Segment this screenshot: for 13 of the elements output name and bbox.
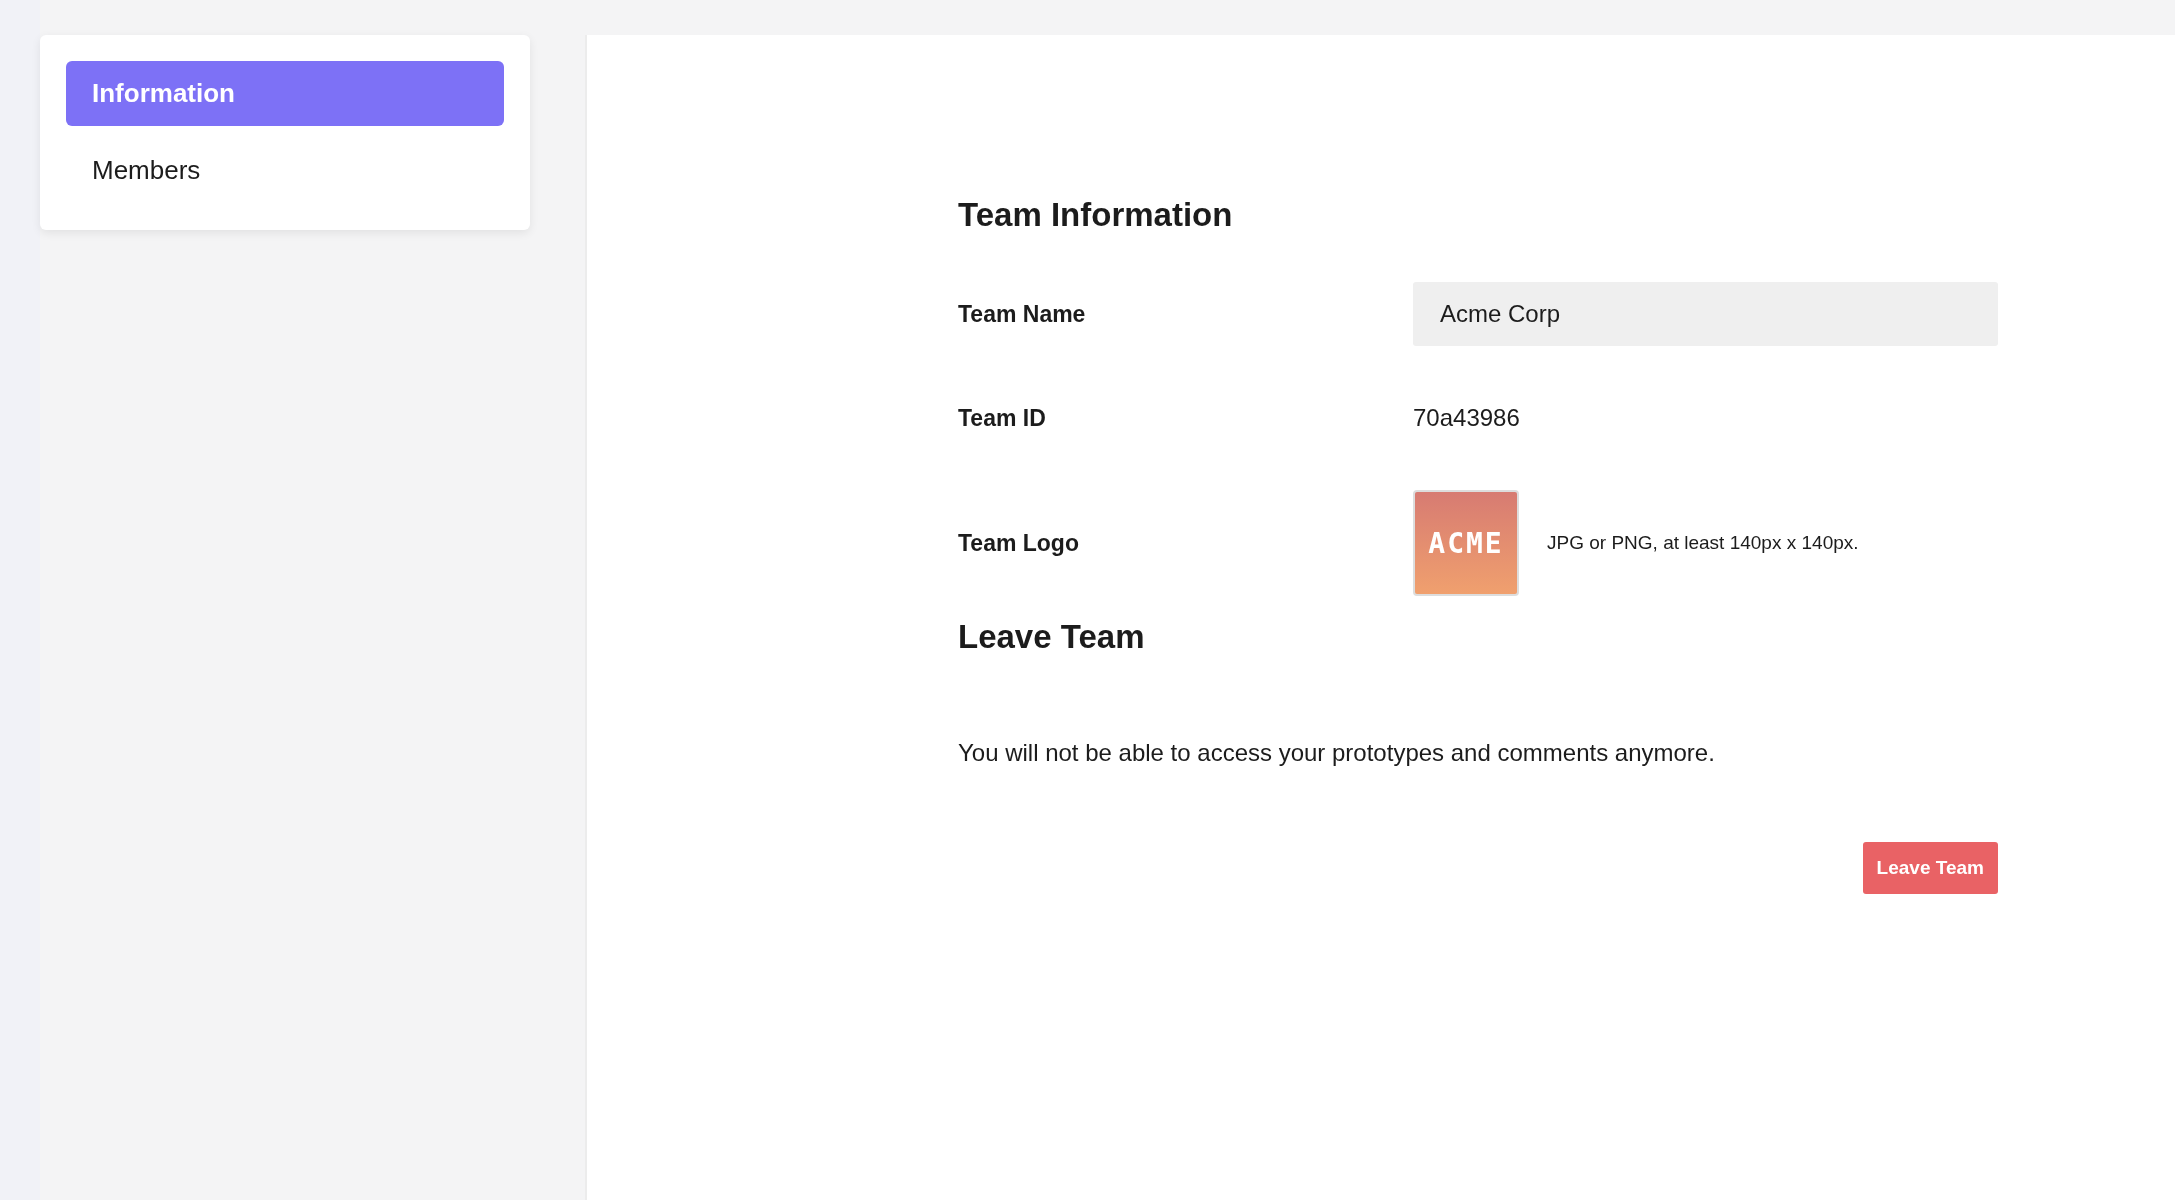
section-title: Team Information [958, 195, 1234, 235]
logo-hint: JPG or PNG, at least 140px x 140px. [1547, 532, 1859, 554]
leave-team-button[interactable]: Leave Team [1862, 842, 1998, 894]
field-label: Team Logo [958, 529, 1080, 557]
field-label: Team Name [958, 300, 1087, 328]
field-label: Team ID [958, 404, 1047, 432]
team-name-field[interactable]: Acme Corp [1413, 282, 1998, 346]
section-title: Leave Team [958, 617, 1146, 657]
team-logo[interactable]: ACME [1413, 490, 1519, 596]
leave-description: You will not be able to access your prototypes and comments anymore. [958, 738, 1716, 768]
field-value: 70a43986 [1413, 404, 1520, 432]
sidebar-item[interactable]: Members [66, 138, 504, 203]
sidebar-item[interactable]: Information [66, 61, 504, 126]
